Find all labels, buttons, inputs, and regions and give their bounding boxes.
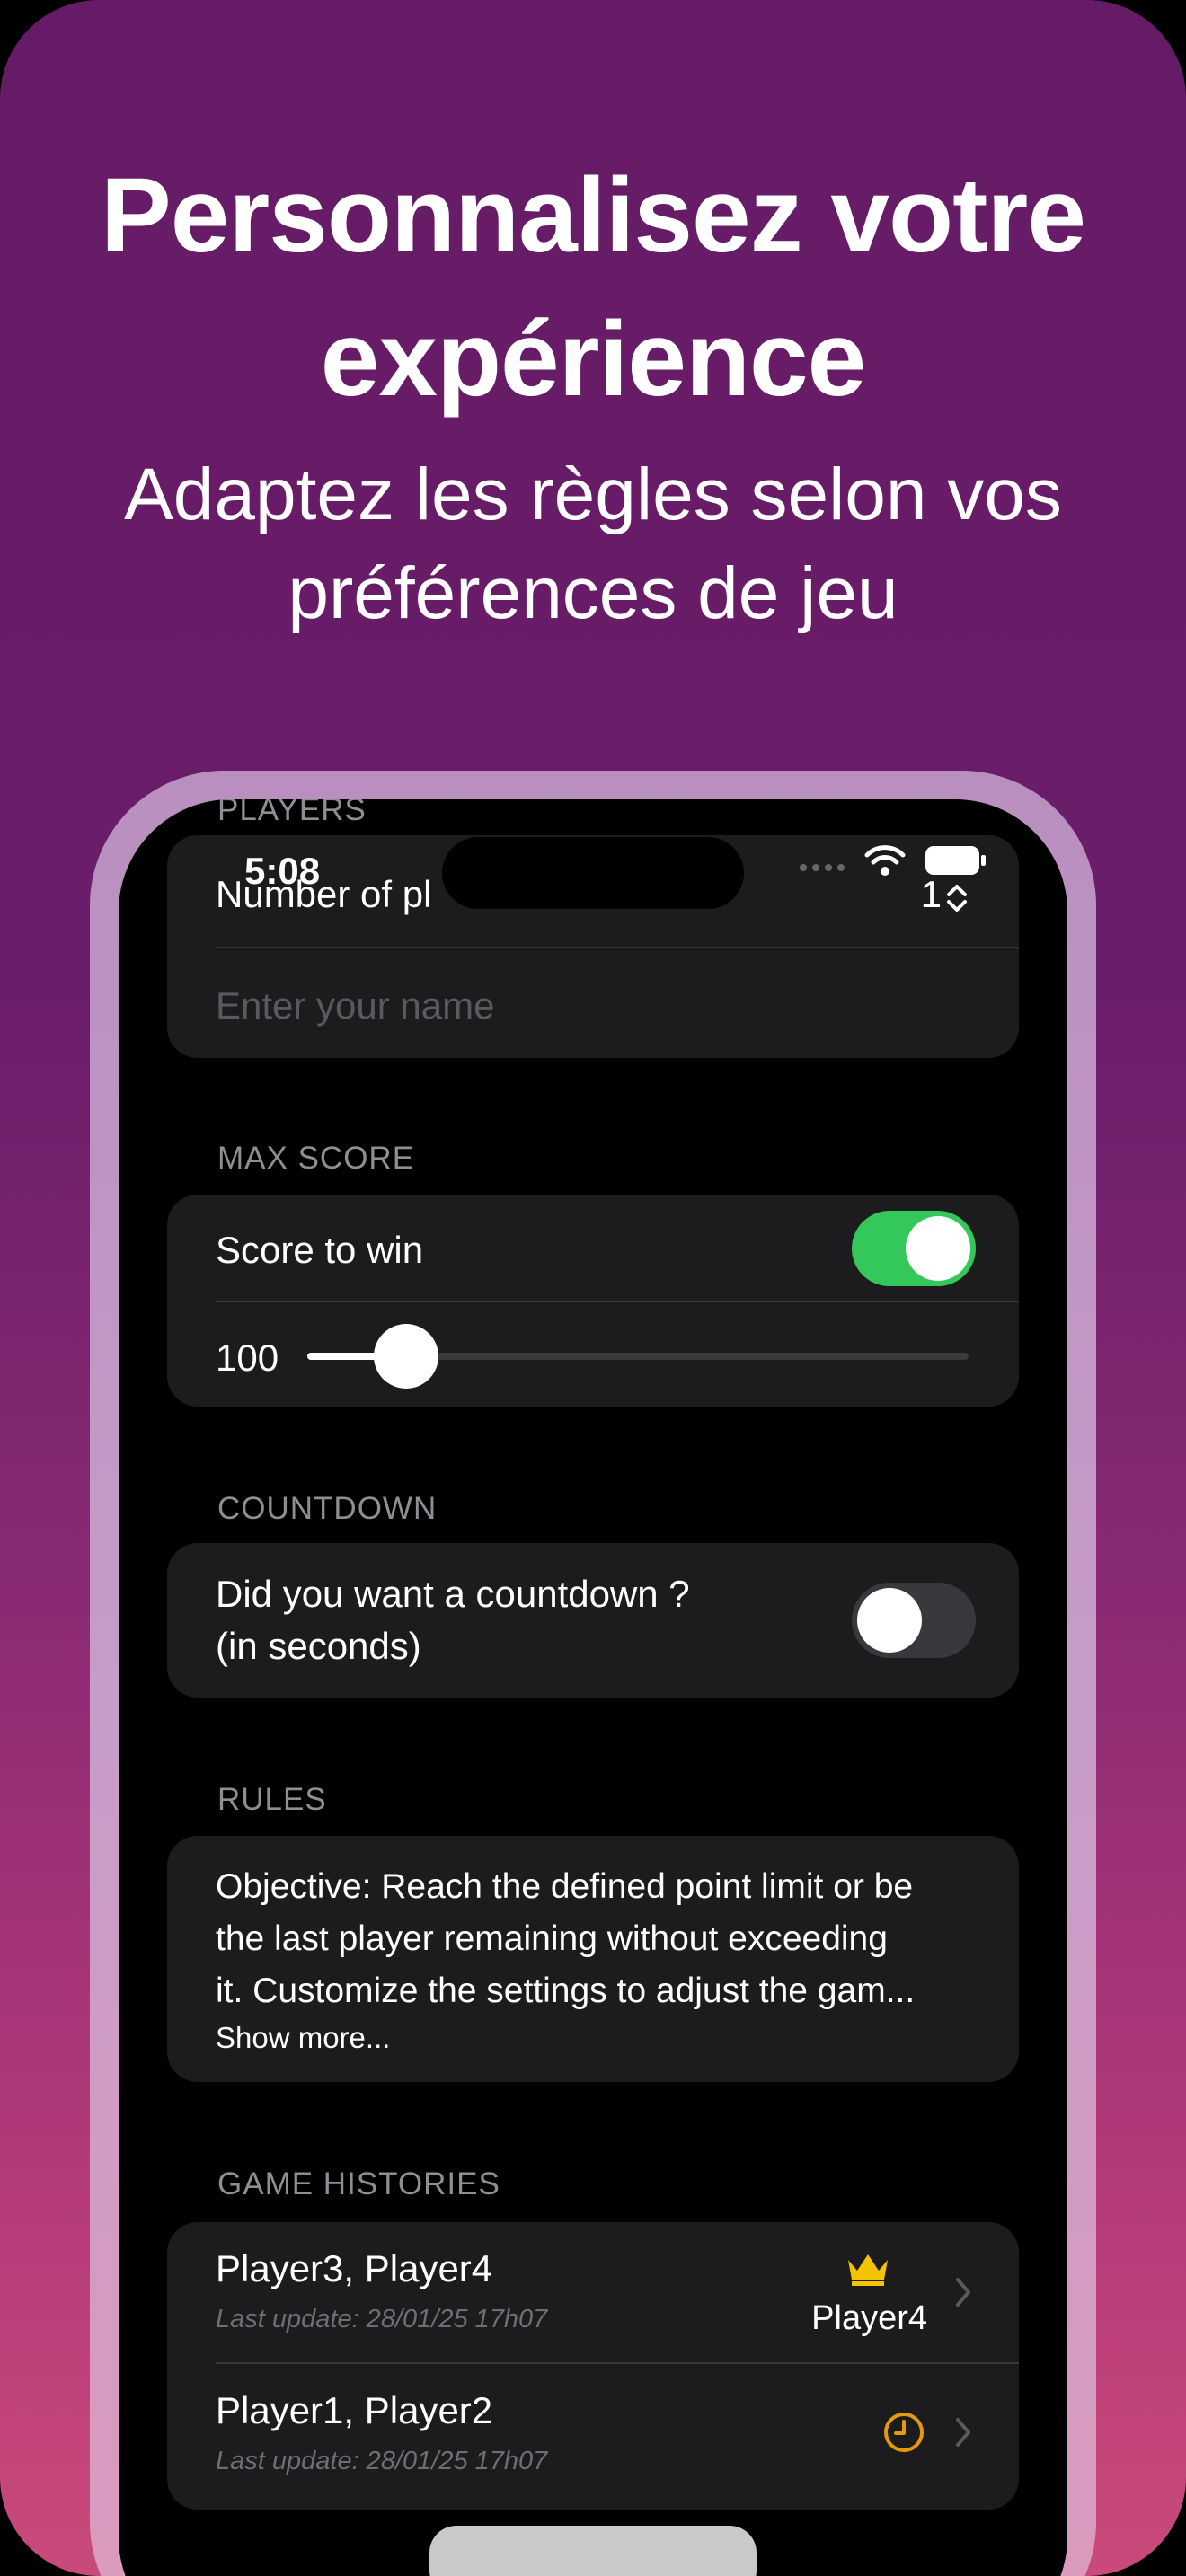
- history-row[interactable]: Player3, Player4 Last update: 28/01/25 1…: [167, 2222, 1019, 2362]
- status-time: 5:08: [244, 850, 321, 892]
- crown-icon: [848, 2254, 888, 2286]
- countdown-toggle[interactable]: [852, 1583, 976, 1658]
- history-row[interactable]: Player1, Player2 Last update: 28/01/25 1…: [167, 2364, 1019, 2510]
- score-slider-thumb[interactable]: [374, 1324, 439, 1389]
- history-players: Player3, Player4: [216, 2247, 493, 2289]
- clock-icon: [884, 2413, 924, 2452]
- score-to-win-row: Score to win: [167, 1195, 1019, 1301]
- chevron-right-icon: [956, 2418, 970, 2447]
- headline-line-2: expérience: [320, 300, 867, 419]
- stepper-chevrons-icon[interactable]: [945, 882, 969, 914]
- promo-background: Personnalisez votre expérience Adaptez l…: [0, 0, 1186, 2576]
- rules-text-line-2: the last player remaining without exceed…: [216, 1919, 888, 1958]
- subline-line-1: Adaptez les règles selon vos: [124, 454, 1062, 535]
- toggle-knob: [857, 1588, 922, 1653]
- signal-dots-icon: [800, 864, 845, 871]
- home-indicator: [429, 2526, 757, 2576]
- name-input[interactable]: Enter your name: [216, 984, 495, 1028]
- rules-text-line-3: it. Customize the settings to adjust the…: [216, 1972, 916, 2010]
- score-slider-row: 100: [167, 1302, 1019, 1407]
- countdown-label-line-1: Did you want a countdown ?: [216, 1573, 690, 1615]
- max-score-card: Score to win 100: [167, 1195, 1019, 1407]
- game-histories-card: Player3, Player4 Last update: 28/01/25 1…: [167, 2222, 1019, 2510]
- score-slider-track[interactable]: [307, 1324, 969, 1389]
- rules-card: Objective: Reach the defined point limit…: [167, 1836, 1019, 2082]
- promo-headline: Personnalisez votre expérience: [0, 144, 1186, 431]
- promo-subline: Adaptez les règles selon vos préférences…: [54, 446, 1132, 643]
- chevron-right-icon: [956, 2278, 970, 2307]
- dynamic-island: [442, 837, 744, 909]
- phone-screen: PLAYERS Number of pl 1 Enter your name 5…: [119, 799, 1067, 2576]
- game-histories-section-label: GAME HISTORIES: [217, 2166, 500, 2201]
- wifi-icon: [864, 845, 906, 876]
- score-to-win-label: Score to win: [216, 1229, 424, 1271]
- subline-line-2: préférences de jeu: [288, 552, 898, 634]
- name-input-row[interactable]: Enter your name: [167, 948, 1019, 1058]
- history-updated: Last update: 28/01/25 17h07: [216, 2305, 548, 2333]
- max-score-section-label: MAX SCORE: [217, 1141, 415, 1176]
- toggle-knob: [906, 1216, 970, 1281]
- score-to-win-toggle[interactable]: [852, 1211, 976, 1286]
- headline-line-1: Personnalisez votre: [101, 156, 1086, 275]
- show-more-link[interactable]: Show more...: [216, 2021, 390, 2055]
- score-slider-value: 100: [216, 1337, 279, 1379]
- number-of-players-value: 1: [920, 873, 942, 915]
- countdown-section-label: COUNTDOWN: [217, 1491, 438, 1526]
- countdown-card: Did you want a countdown ? (in seconds): [167, 1543, 1019, 1698]
- history-winner: Player4: [811, 2299, 927, 2337]
- rules-section-label: RULES: [217, 1782, 327, 1817]
- rules-text-line-1: Objective: Reach the defined point limit…: [216, 1867, 914, 1906]
- players-section-label: PLAYERS: [217, 799, 367, 827]
- rules-text: Objective: Reach the defined point limit…: [216, 1861, 915, 2017]
- countdown-label: Did you want a countdown ? (in seconds): [216, 1568, 690, 1672]
- history-players: Player1, Player2: [216, 2389, 493, 2431]
- battery-icon: [925, 846, 986, 875]
- countdown-label-line-2: (in seconds): [216, 1625, 421, 1667]
- history-updated: Last update: 28/01/25 17h07: [216, 2447, 548, 2475]
